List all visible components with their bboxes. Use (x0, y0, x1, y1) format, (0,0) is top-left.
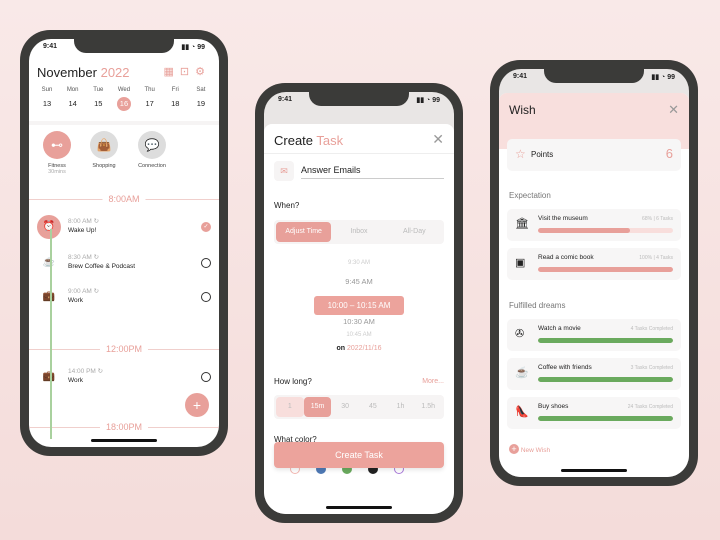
habit-fitness[interactable]: ⊷ Fitness 30mins (37, 131, 77, 175)
progress-bar (538, 377, 673, 382)
day-13[interactable]: Sun 13 (35, 87, 59, 111)
day-15[interactable]: Tue 15 (86, 87, 110, 111)
task-item[interactable]: ☕ 8:30 AM ↻ Brew Coffee & Podcast (37, 253, 211, 279)
task-item[interactable]: 💼 14:00 PM ↻ Work (37, 367, 211, 393)
day-18[interactable]: Fri 18 (163, 87, 187, 111)
time-option[interactable]: 9:45 AM (264, 277, 454, 286)
book-icon: ▣ (515, 257, 526, 269)
create-task-button[interactable]: Create Task (274, 442, 444, 468)
museum-icon: 🏛 (515, 218, 529, 230)
wish-title: Wish (509, 103, 536, 117)
time-option[interactable]: 10:45 AM (264, 332, 454, 338)
status-icons: ▮▮ ◔ 99 (181, 44, 205, 51)
task-checkbox[interactable] (201, 258, 211, 268)
more-link[interactable]: More... (422, 378, 444, 385)
duration-option[interactable]: 1 (276, 397, 304, 417)
task-checkbox[interactable] (201, 372, 211, 382)
duration-option[interactable]: 1h (387, 397, 415, 417)
film-reel-icon: ✇ (515, 328, 525, 340)
expectation-item[interactable]: ▣ Read a comic book 100% | 4 Tasks (507, 248, 681, 280)
time-divider: 12:00PM (29, 344, 219, 354)
close-icon[interactable]: ✕ (432, 131, 444, 148)
time-option[interactable]: 10:00 – 10:15 AM (264, 296, 454, 315)
progress-bar (538, 267, 673, 272)
coffee-icon: ☕ (515, 367, 529, 379)
briefcase-icon: 💼 (42, 371, 56, 382)
time-option[interactable]: 9:30 AM (264, 260, 454, 266)
time-divider: 18:00PM (29, 422, 219, 432)
progress-bar (538, 228, 673, 233)
fulfilled-item[interactable]: ☕ Coffee with friends 3 Tasks Completed (507, 358, 681, 390)
shoe-icon: 👠 (515, 406, 529, 418)
timeline-line (50, 229, 52, 439)
day-19[interactable]: Sat 19 (189, 87, 213, 111)
alarm-icon: ⏰ (37, 215, 61, 239)
add-task-button[interactable]: + (185, 393, 209, 417)
inbox-icon[interactable]: ⊡ (180, 66, 195, 78)
shopping-bag-icon: 👜 (90, 131, 118, 159)
progress-bar (538, 338, 673, 343)
close-icon[interactable]: ✕ (668, 102, 679, 118)
month-title: November 2022 (37, 65, 130, 80)
duration-option[interactable]: 45 (359, 397, 387, 417)
time-divider: 8:00AM (29, 194, 219, 204)
when-tab[interactable]: Adjust Time (276, 222, 332, 242)
duration-option[interactable]: 15m (303, 397, 332, 417)
briefcase-icon: 💼 (42, 291, 56, 302)
duration-option[interactable]: 1.5h (414, 397, 442, 417)
when-label: When? (274, 201, 300, 210)
gear-icon[interactable]: ⚙ (195, 66, 211, 78)
star-icon: ☆ (515, 147, 526, 161)
when-tab[interactable]: All-Day (387, 222, 442, 242)
time-option[interactable]: 10:30 AM (264, 317, 454, 326)
calendar-icon[interactable]: ▦ (164, 66, 180, 78)
plus-icon: + (509, 444, 519, 454)
points-value: 6 (665, 146, 673, 161)
date-line: on 2022/11/16 (336, 345, 382, 352)
expectation-item[interactable]: 🏛 Visit the museum 68% | 6 Tasks (507, 209, 681, 241)
modal-title: Create Task (274, 133, 344, 148)
task-checkbox[interactable]: ✓ (201, 222, 211, 232)
dumbbell-icon: ⊷ (43, 131, 71, 159)
coffee-icon: ☕ (42, 257, 56, 268)
task-item[interactable]: ⏰ 8:00 AM ↻ Wake Up! ✓ (37, 215, 211, 243)
progress-bar (538, 416, 673, 421)
chat-icon: 💬 (138, 131, 166, 159)
phone-wish: 9:41 ▮▮ ◔ 99 Wish ✕ ☆ Points 6 Expectatio… (490, 60, 698, 486)
new-wish-button[interactable]: + New Wish (509, 444, 550, 454)
when-tab[interactable]: Inbox (331, 222, 386, 242)
fulfilled-item[interactable]: ✇ Watch a movie 4 Tasks Completed (507, 319, 681, 351)
phone-create-task: 9:41 ▮▮ ◔ 99 Create Task ✕ ✉ Answer Email… (255, 83, 463, 523)
habit-connection[interactable]: 💬 Connection (132, 131, 172, 169)
task-name-input[interactable]: Answer Emails (301, 165, 444, 179)
duration-option[interactable]: 30 (331, 397, 359, 417)
day-16[interactable]: Wed 16 (112, 87, 136, 111)
task-item[interactable]: 💼 9:00 AM ↻ Work (37, 287, 211, 313)
habit-shopping[interactable]: 👜 Shopping (84, 131, 124, 169)
mail-icon: ✉ (274, 161, 294, 181)
day-17[interactable]: Thu 17 (138, 87, 162, 111)
phone-calendar: 9:41 ▮▮ ◔ 99 November 2022 ▦⊡⚙ Sun 13 Mon 14… (20, 30, 228, 456)
task-checkbox[interactable] (201, 292, 211, 302)
status-time: 9:41 (43, 43, 58, 50)
fulfilled-item[interactable]: 👠 Buy shoes 24 Tasks Completed (507, 397, 681, 429)
day-14[interactable]: Mon 14 (61, 87, 85, 111)
